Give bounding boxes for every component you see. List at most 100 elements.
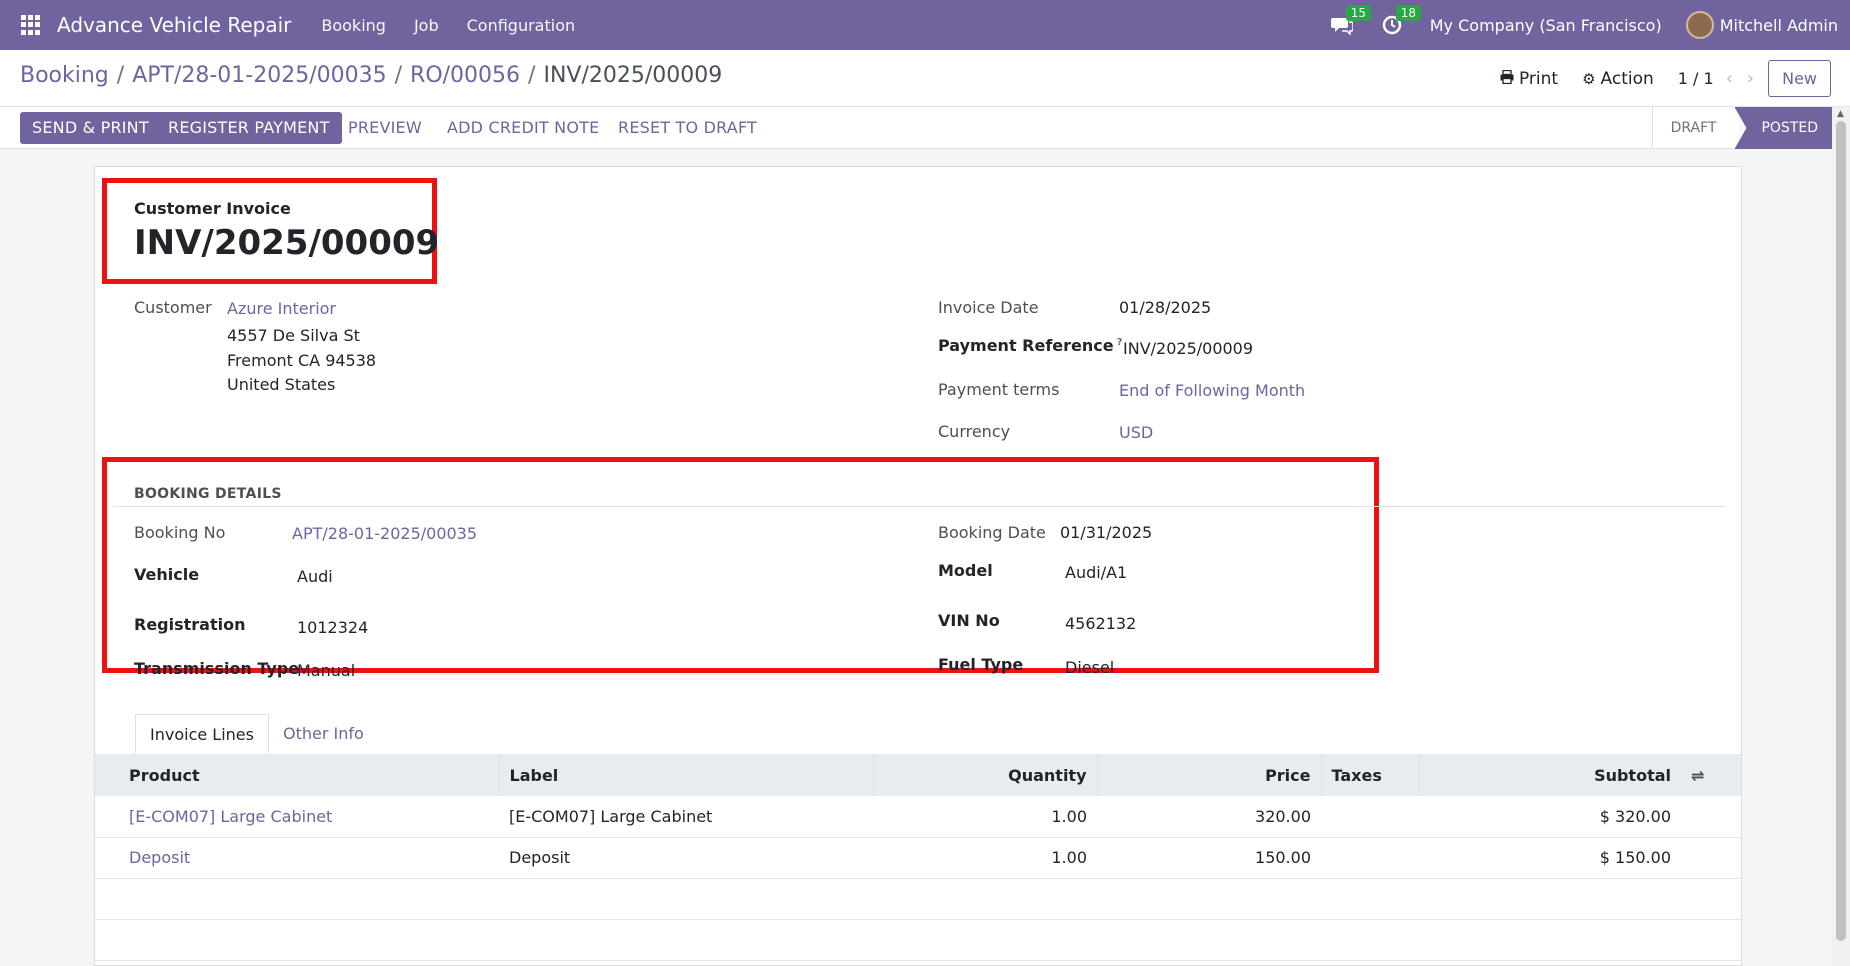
transmission-type-label: Transmission Type [134,659,300,678]
activities-count-badge: 18 [1395,5,1422,21]
registration-field[interactable]: 1012324 [297,618,368,637]
column-product[interactable]: Product [119,754,499,796]
breadcrumb-separator: / [528,63,536,88]
activities-button[interactable]: 18 [1380,5,1422,37]
payment-reference-label: Payment Reference? [938,336,1122,355]
breadcrumb-appointment[interactable]: APT/28-01-2025/00035 [132,63,386,88]
breadcrumb-separator: / [116,63,125,88]
vehicle-label: Vehicle [134,565,200,584]
tab-other-info[interactable]: Other Info [269,714,378,754]
pager-previous-icon[interactable]: ‹ [1726,68,1733,89]
action-button[interactable]: ⚙ Action [1582,69,1654,89]
row-handle [95,796,119,838]
tab-invoice-lines[interactable]: Invoice Lines [135,714,269,754]
line-quantity[interactable]: 1.00 [873,837,1097,879]
register-payment-button[interactable]: REGISTER PAYMENT [156,112,342,144]
column-price[interactable]: Price [1096,754,1321,796]
notebook-tabs: Invoice Lines Other Info [135,714,378,754]
pager-next-icon[interactable]: › [1747,68,1754,89]
action-bar: SEND & PRINT REGISTER PAYMENT PREVIEW AD… [0,107,1850,149]
customer-label: Customer [134,298,212,317]
breadcrumb-booking[interactable]: Booking [20,63,109,88]
line-subtotal: $ 150.00 [1419,837,1681,879]
document-type: Customer Invoice [134,199,291,218]
booking-date-field[interactable]: 01/31/2025 [1060,523,1152,542]
line-label[interactable]: Deposit [499,837,873,879]
empty-row [95,919,1741,961]
booking-details-title: BOOKING DETAILS [134,486,282,502]
column-label[interactable]: Label [498,754,873,796]
app-title[interactable]: Advance Vehicle Repair [57,13,291,37]
payment-reference-field[interactable]: INV/2025/00009 [1123,339,1253,358]
breadcrumb-repair-order[interactable]: RO/00056 [410,63,520,88]
line-taxes[interactable] [1321,837,1419,879]
line-quantity[interactable]: 1.00 [873,796,1097,838]
line-label[interactable]: [E-COM07] Large Cabinet [499,796,873,838]
customer-link[interactable]: Azure Interior [227,299,336,318]
send-print-button[interactable]: SEND & PRINT [20,112,161,144]
column-quantity[interactable]: Quantity [872,754,1097,796]
pager-value[interactable]: 1 / 1 [1678,69,1714,88]
print-label: Print [1518,68,1559,89]
column-taxes[interactable]: Taxes [1320,754,1419,796]
top-navbar: Advance Vehicle Repair Booking Job Confi… [0,0,1850,50]
line-taxes[interactable] [1321,796,1419,838]
control-panel: Booking / APT/28-01-2025/00035 / RO/00056 / IN… [0,50,1850,107]
scrollbar-thumb[interactable] [1836,121,1846,941]
user-menu[interactable]: Mitchell Admin [1720,16,1838,35]
company-switcher[interactable]: My Company (San Francisco) [1430,16,1662,35]
apps-menu-icon[interactable] [21,15,41,35]
invoice-number-title: INV/2025/00009 [134,223,440,263]
column-subtotal[interactable]: Subtotal [1418,754,1681,796]
model-field[interactable]: Audi/A1 [1065,563,1127,582]
table-row[interactable]: Deposit Deposit 1.00 150.00 $ 150.00 [95,837,1741,879]
reset-to-draft-button[interactable]: RESET TO DRAFT [606,112,769,144]
handle-column [95,754,119,796]
section-divider [113,506,1725,507]
table-row[interactable]: [E-COM07] Large Cabinet [E-COM07] Large … [95,796,1741,838]
booking-no-link[interactable]: APT/28-01-2025/00035 [292,524,477,543]
menu-job[interactable]: Job [414,16,439,35]
printer-icon [1500,69,1514,88]
messages-button[interactable]: 15 [1330,5,1372,37]
messages-count-badge: 15 [1345,5,1372,21]
currency-field[interactable]: USD [1119,423,1153,442]
print-button[interactable]: Print [1500,69,1558,89]
payment-reference-label-text: Payment Reference [938,336,1114,355]
optional-columns-toggle[interactable]: ⇌ [1681,754,1741,796]
invoice-date-field[interactable]: 01/28/2025 [1119,298,1211,317]
gear-icon: ⚙ [1582,69,1596,88]
empty-row [95,878,1741,920]
menu-configuration[interactable]: Configuration [467,16,576,35]
currency-label: Currency [938,422,1011,441]
menu-booking[interactable]: Booking [321,16,386,35]
line-subtotal: $ 320.00 [1419,796,1681,838]
fuel-type-field[interactable]: Diesel [1065,658,1114,677]
page-scrollbar[interactable]: ▲ [1832,107,1850,966]
invoice-form-sheet: Customer Invoice INV/2025/00009 Customer… [94,166,1742,966]
add-credit-note-button[interactable]: ADD CREDIT NOTE [435,112,611,144]
line-product[interactable]: [E-COM07] Large Cabinet [119,796,499,838]
line-product[interactable]: Deposit [119,837,499,879]
status-draft[interactable]: DRAFT [1651,107,1735,149]
vin-no-field[interactable]: 4562132 [1065,614,1136,633]
help-tooltip-icon[interactable]: ? [1117,337,1123,348]
preview-button[interactable]: PREVIEW [336,112,434,144]
breadcrumb-separator: / [394,63,403,88]
highlight-booking-details [102,457,1379,673]
registration-label: Registration [134,615,246,634]
user-avatar[interactable] [1685,11,1714,39]
model-label: Model [938,561,993,580]
vin-no-label: VIN No [938,611,1000,630]
vehicle-field[interactable]: Audi [297,567,333,586]
line-price[interactable]: 150.00 [1097,837,1321,879]
row-spacer [1681,796,1741,838]
line-price[interactable]: 320.00 [1097,796,1321,838]
payment-terms-label: Payment terms [938,380,1060,399]
new-button[interactable]: New [1768,60,1831,97]
transmission-type-field[interactable]: Manual [297,661,355,680]
payment-terms-field[interactable]: End of Following Month [1119,381,1305,400]
scroll-up-icon[interactable]: ▲ [1837,109,1844,119]
table-header-row: Product Label Quantity Price Taxes Subto… [95,754,1741,796]
breadcrumb: Booking / APT/28-01-2025/00035 / RO/00056 / IN… [20,63,722,88]
